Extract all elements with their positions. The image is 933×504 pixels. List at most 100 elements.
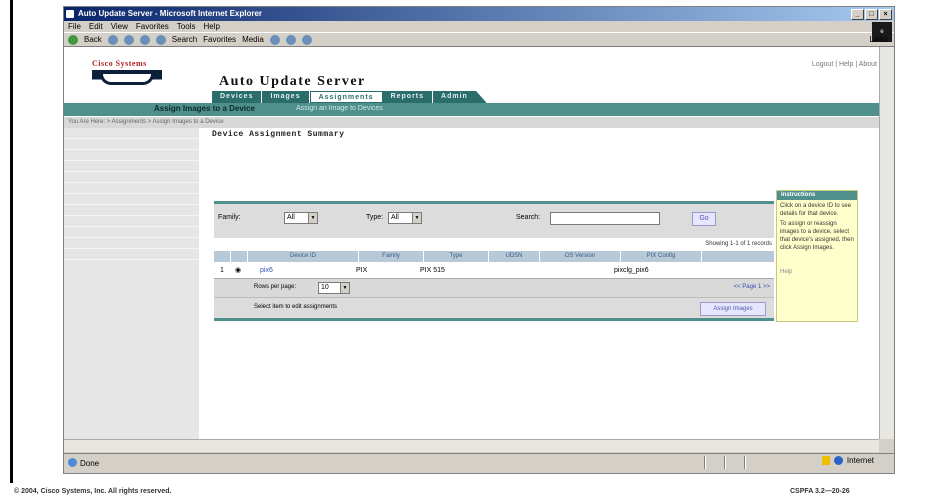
col-index <box>214 251 231 262</box>
browser-window: Auto Update Server - Microsoft Internet … <box>63 6 895 474</box>
sidebar-row <box>64 183 199 194</box>
chevron-down-icon[interactable]: ▼ <box>412 213 421 223</box>
mail-icon[interactable] <box>285 34 296 45</box>
menu-favorites[interactable]: Favorites <box>136 21 169 32</box>
close-button[interactable]: × <box>879 9 892 20</box>
tab-assignments[interactable]: Assignments <box>309 91 383 103</box>
status-divider <box>724 456 726 469</box>
media-button[interactable]: Media <box>242 33 264 46</box>
status-bar: Done Internet <box>64 453 894 472</box>
family-select-value: All <box>287 214 295 221</box>
print-icon[interactable] <box>301 34 312 45</box>
slide-frame: Auto Update Server - Microsoft Internet … <box>10 0 895 483</box>
row-type: PIX 515 <box>420 266 445 274</box>
row-index: 1 <box>220 266 224 274</box>
col-type[interactable]: Type <box>424 251 489 262</box>
select-hint: Select item to edit assignments <box>254 304 338 310</box>
device-id-link[interactable]: pix6 <box>246 267 356 274</box>
favorites-button[interactable]: Favorites <box>203 33 236 46</box>
history-icon[interactable] <box>269 34 280 45</box>
menu-bar: File Edit View Favorites Tools Help <box>64 21 894 32</box>
browser-toolbar: Back Search Favorites Media e Links <box>64 22 894 47</box>
page-done-icon <box>68 458 77 467</box>
horizontal-scrollbar[interactable] <box>64 439 879 452</box>
rows-per-page-value: 10 <box>321 284 329 291</box>
ie-app-icon <box>66 10 74 18</box>
family-select[interactable]: All ▼ <box>284 212 318 224</box>
sidebar-row <box>64 194 199 205</box>
tab-reports[interactable]: Reports <box>382 91 434 103</box>
lock-icon <box>821 456 830 465</box>
back-button-label[interactable]: Back <box>84 33 102 46</box>
col-device-id[interactable]: Device ID <box>248 251 359 262</box>
cisco-logo: Cisco Systems <box>92 59 162 87</box>
row-config: pixclg_pix6 <box>614 266 649 274</box>
instructions-panel: Instructions Click on a device ID to see… <box>776 190 858 322</box>
slide-code: CSPFA 3.2—20-26 <box>790 488 850 495</box>
col-family[interactable]: Family <box>359 251 424 262</box>
go-button[interactable]: Go <box>692 212 716 226</box>
sidebar-row <box>64 227 199 238</box>
subnav-assign-images-to-device[interactable]: Assign Images to a Device <box>154 104 255 113</box>
slide-copyright: © 2004, Cisco Systems, Inc. All rights r… <box>14 488 172 495</box>
status-divider <box>744 456 746 469</box>
links-label[interactable]: Links <box>869 33 888 46</box>
minimize-button[interactable]: _ <box>851 9 864 20</box>
back-icon[interactable] <box>68 34 78 45</box>
top-links[interactable]: Logout | Help | About <box>812 61 877 68</box>
window-title: Auto Update Server - Microsoft Internet … <box>78 9 263 18</box>
sidebar-row <box>64 216 199 227</box>
breadcrumb: You Are Here: > Assignments > Assign Ima… <box>64 117 879 128</box>
search-button[interactable]: Search <box>172 33 197 46</box>
zone-text: Internet <box>846 456 874 465</box>
sidebar-row <box>64 150 199 161</box>
stop-icon[interactable] <box>123 34 134 45</box>
menu-view[interactable]: View <box>111 21 128 32</box>
page-navigator[interactable]: << Page 1 >> <box>734 284 770 290</box>
chevron-down-icon[interactable]: ▼ <box>340 283 349 293</box>
sidebar-row <box>64 172 199 183</box>
left-sidebar <box>64 128 199 439</box>
menu-file[interactable]: File <box>68 21 81 32</box>
family-label: Family: <box>218 214 241 221</box>
forward-icon[interactable] <box>107 34 118 45</box>
row-radio[interactable]: ◉ <box>230 266 246 274</box>
sidebar-row <box>64 205 199 216</box>
app-title: Auto Update Server <box>219 74 366 89</box>
search-input[interactable] <box>550 212 660 225</box>
maximize-button[interactable]: □ <box>865 9 878 20</box>
assign-images-button[interactable]: Assign Images <box>700 302 766 316</box>
sidebar-row <box>64 249 199 260</box>
refresh-icon[interactable] <box>139 34 150 45</box>
title-bar: Auto Update Server - Microsoft Internet … <box>64 7 894 21</box>
col-udsn[interactable]: UDSN <box>489 251 540 262</box>
vertical-scrollbar[interactable] <box>879 47 894 439</box>
row-family: PIX <box>356 266 368 274</box>
action-bar: Select item to edit assignments Assign I… <box>214 297 774 321</box>
globe-icon <box>833 456 843 465</box>
assignment-panel: Family: All ▼ Type: All ▼ Search: Go Showi… <box>214 201 774 351</box>
status-divider <box>704 456 706 469</box>
col-pix-config[interactable]: PIX Config <box>621 251 702 262</box>
page-viewport: Cisco Systems Auto Update Server Logout … <box>64 47 879 439</box>
menu-edit[interactable]: Edit <box>89 21 103 32</box>
tab-admin[interactable]: Admin <box>433 91 487 103</box>
logo-text: Cisco Systems <box>92 59 147 68</box>
col-os-version[interactable]: OS Version <box>540 251 621 262</box>
security-zone: Internet <box>821 456 874 465</box>
subnav-assign-image-to-devices[interactable]: Assign an Image to Devices <box>296 105 383 112</box>
instructions-more[interactable]: Help <box>780 268 854 276</box>
main-nav: Devices Images Assignments Reports Admin <box>212 91 487 103</box>
table-row: 1 ◉ pix6 PIX PIX 515 pixclg_pix6 <box>214 262 774 278</box>
tab-images[interactable]: Images <box>262 91 310 103</box>
logo-bridge-icon <box>92 70 162 86</box>
rows-per-page-label: Rows per page: <box>254 284 297 290</box>
menu-help[interactable]: Help <box>203 21 219 32</box>
tab-devices[interactable]: Devices <box>212 91 263 103</box>
menu-tools[interactable]: Tools <box>177 21 196 32</box>
rows-per-page-select[interactable]: 10 ▼ <box>318 282 350 294</box>
home-icon[interactable] <box>155 34 166 45</box>
type-select[interactable]: All ▼ <box>388 212 422 224</box>
record-count: Showing 1-1 of 1 records <box>214 238 774 250</box>
chevron-down-icon[interactable]: ▼ <box>308 213 317 223</box>
